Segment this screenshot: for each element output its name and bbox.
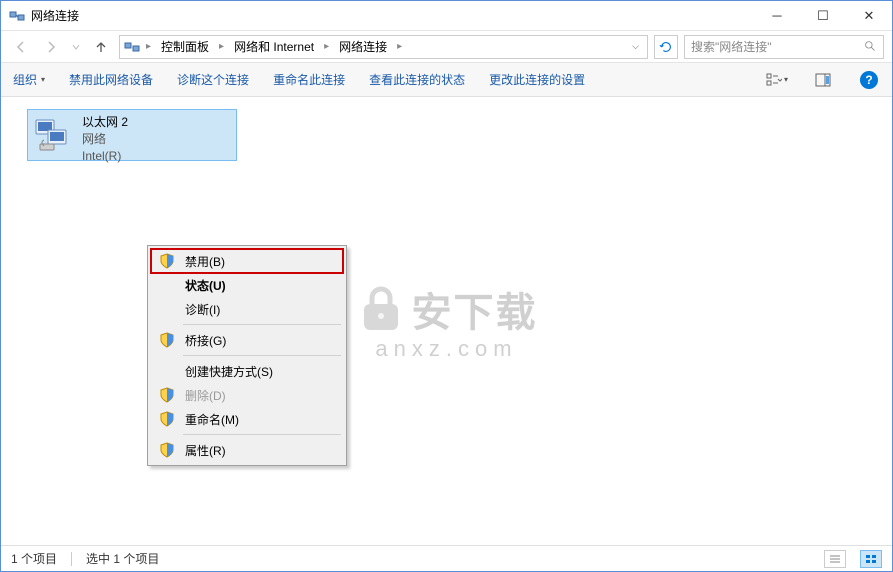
breadcrumb-sep-icon[interactable]: ▸: [144, 41, 153, 52]
menu-properties[interactable]: 属性(R): [151, 438, 343, 462]
connection-adapter: Intel(R): [82, 148, 128, 165]
recent-dropdown[interactable]: [69, 35, 83, 59]
navigation-bar: ▸ 控制面板 ▸ 网络和 Internet ▸ 网络连接 ▸ ⌵ 搜索"网络连接…: [1, 31, 892, 63]
menu-disable[interactable]: 禁用(B): [151, 249, 343, 273]
details-view-button[interactable]: [824, 550, 846, 568]
menu-bridge[interactable]: 桥接(G): [151, 328, 343, 352]
watermark-url: anxz.com: [375, 336, 517, 362]
shield-icon: [159, 332, 175, 348]
help-icon: ?: [860, 71, 878, 89]
organize-menu[interactable]: 组织▾: [13, 71, 45, 88]
status-separator: [71, 552, 72, 566]
shield-icon: [159, 253, 175, 269]
connection-labels: 以太网 2 网络 Intel(R): [82, 114, 128, 164]
menu-separator: [183, 324, 341, 325]
menu-create-shortcut[interactable]: 创建快捷方式(S): [151, 359, 343, 383]
toolbar-change-settings[interactable]: 更改此连接的设置: [489, 71, 585, 88]
arrow-up-icon: [93, 39, 109, 55]
forward-button[interactable]: [39, 35, 63, 59]
minimize-button[interactable]: ─: [754, 1, 800, 31]
up-button[interactable]: [89, 35, 113, 59]
tiles-view-button[interactable]: [860, 550, 882, 568]
breadcrumb-sep-icon[interactable]: ▸: [395, 41, 404, 52]
preview-pane-icon: [815, 73, 831, 87]
view-options-button[interactable]: ▾: [766, 69, 788, 91]
breadcrumb-item[interactable]: 网络连接: [333, 36, 393, 57]
window-controls: ─ ☐ ✕: [754, 1, 892, 31]
refresh-button[interactable]: [654, 35, 678, 59]
window-title: 网络连接: [31, 7, 754, 24]
content-area[interactable]: 安下载 anxz.com 以太网 2 网络 Intel(R) 禁用(B) 状态(…: [1, 97, 892, 545]
breadcrumb-sep-icon[interactable]: ▸: [322, 41, 331, 52]
maximize-button[interactable]: ☐: [800, 1, 846, 31]
back-button[interactable]: [9, 35, 33, 59]
view-icon: [766, 73, 782, 87]
menu-status[interactable]: 状态(U): [151, 273, 343, 297]
preview-pane-button[interactable]: [812, 69, 834, 91]
tiles-icon: [865, 554, 877, 564]
menu-separator: [183, 355, 341, 356]
help-button[interactable]: ?: [858, 69, 880, 91]
connection-network: 网络: [82, 131, 128, 148]
toolbar-disable[interactable]: 禁用此网络设备: [69, 71, 153, 88]
breadcrumb-item[interactable]: 控制面板: [155, 36, 215, 57]
title-bar: 网络连接 ─ ☐ ✕: [1, 1, 892, 31]
watermark: 安下载 anxz.com: [356, 280, 538, 362]
shield-icon: [159, 387, 175, 403]
command-bar: 组织▾ 禁用此网络设备 诊断这个连接 重命名此连接 查看此连接的状态 更改此连接…: [1, 63, 892, 97]
search-placeholder: 搜索"网络连接": [691, 38, 772, 55]
connection-name: 以太网 2: [82, 114, 128, 131]
refresh-icon: [659, 40, 673, 54]
menu-diagnose[interactable]: 诊断(I): [151, 297, 343, 321]
context-menu: 禁用(B) 状态(U) 诊断(I) 桥接(G) 创建快捷方式(S) 删除(D) …: [147, 245, 347, 466]
details-icon: [829, 554, 841, 564]
toolbar-diagnose[interactable]: 诊断这个连接: [177, 71, 249, 88]
status-item-count: 1 个项目: [11, 550, 57, 567]
breadcrumb-item[interactable]: 网络和 Internet: [228, 36, 320, 57]
arrow-left-icon: [13, 39, 29, 55]
toolbar-view-status[interactable]: 查看此连接的状态: [369, 71, 465, 88]
toolbar-rename[interactable]: 重命名此连接: [273, 71, 345, 88]
search-input[interactable]: 搜索"网络连接": [684, 35, 884, 59]
menu-delete: 删除(D): [151, 383, 343, 407]
menu-separator: [183, 434, 341, 435]
arrow-right-icon: [43, 39, 59, 55]
menu-rename[interactable]: 重命名(M): [151, 407, 343, 431]
ethernet-adapter-icon: [34, 114, 74, 154]
status-bar: 1 个项目 选中 1 个项目: [1, 545, 892, 571]
breadcrumb-history-dropdown[interactable]: ⌵: [628, 41, 643, 52]
chevron-down-icon: [72, 43, 80, 51]
shield-icon: [159, 411, 175, 427]
app-icon: [9, 8, 25, 24]
breadcrumb[interactable]: ▸ 控制面板 ▸ 网络和 Internet ▸ 网络连接 ▸ ⌵: [119, 35, 648, 59]
connection-item-selected[interactable]: 以太网 2 网络 Intel(R): [27, 109, 237, 161]
breadcrumb-sep-icon[interactable]: ▸: [217, 41, 226, 52]
network-folder-icon: [124, 39, 140, 55]
watermark-text: 安下载: [412, 280, 538, 338]
lock-icon: [356, 284, 406, 334]
shield-icon: [159, 442, 175, 458]
close-button[interactable]: ✕: [846, 1, 892, 31]
status-selected-count: 选中 1 个项目: [86, 550, 159, 567]
search-icon: [864, 40, 877, 53]
